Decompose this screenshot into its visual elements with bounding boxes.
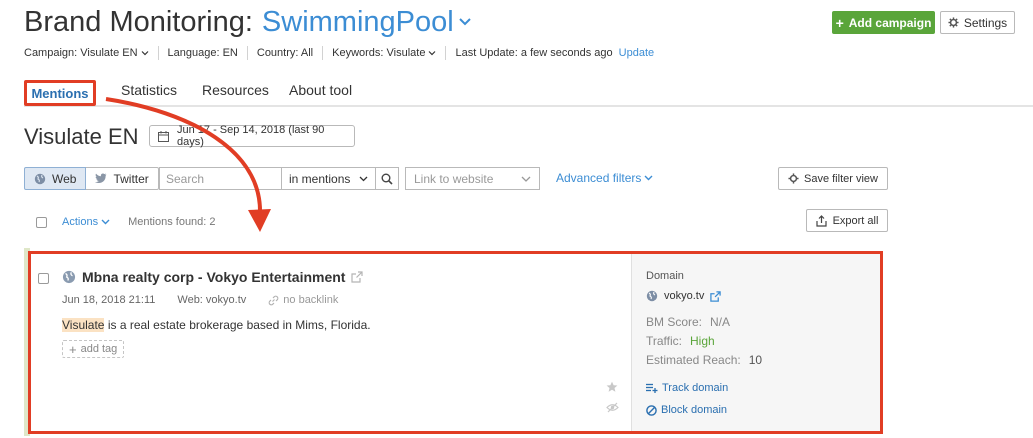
- add-campaign-button[interactable]: + Add campaign: [832, 11, 935, 34]
- campaign-meta: Campaign: Visulate EN Language: EN Count…: [24, 46, 654, 60]
- page-header: Brand Monitoring: SwimmingPool: [24, 6, 472, 40]
- campaign-dropdown[interactable]: Campaign: Visulate EN: [24, 46, 159, 60]
- source-toggle: Web Twitter: [24, 167, 159, 190]
- mention-datetime: Jun 18, 2018 21:11: [62, 294, 156, 306]
- chevron-down-icon: [359, 176, 368, 181]
- search-button[interactable]: [375, 167, 399, 190]
- gear-icon: [948, 17, 959, 28]
- tab-statistics[interactable]: Statistics: [121, 82, 177, 98]
- tab-mentions[interactable]: Mentions: [24, 80, 96, 106]
- chevron-down-icon: [644, 175, 653, 181]
- country-label: Country: All: [257, 46, 324, 60]
- link-to-website-select[interactable]: Link to website: [405, 167, 540, 190]
- add-tag-button[interactable]: + add tag: [62, 340, 125, 358]
- export-icon: [815, 214, 827, 227]
- backlink-status: no backlink: [268, 294, 338, 306]
- settings-button[interactable]: Settings: [940, 11, 1015, 34]
- mention-snippet: Visulate is a real estate brokerage base…: [62, 318, 371, 332]
- section-heading: Visulate EN: [24, 124, 139, 149]
- search-input[interactable]: Search: [159, 167, 282, 190]
- list-add-icon: [646, 383, 658, 393]
- external-link-icon[interactable]: [351, 271, 364, 283]
- block-icon: [646, 404, 657, 416]
- search-icon: [381, 173, 393, 185]
- keyword-highlight: Visulate: [62, 318, 105, 332]
- mention-title[interactable]: Mbna realty corp - Vokyo Entertainment: [82, 269, 364, 285]
- hide-icon[interactable]: [606, 402, 619, 413]
- mention-meta: Jun 18, 2018 21:11 Web: vokyo.tv no back…: [62, 294, 338, 306]
- mention-card: Mbna realty corp - Vokyo Entertainment J…: [28, 251, 883, 434]
- link-icon: [268, 295, 279, 305]
- traffic: Traffic: High: [646, 334, 715, 348]
- list-toolbar: Actions Mentions found: 2: [36, 215, 216, 229]
- advanced-filters-toggle[interactable]: Advanced filters: [556, 171, 653, 185]
- globe-icon: [34, 173, 46, 184]
- track-domain-link[interactable]: Track domain: [646, 382, 728, 394]
- last-update: Last Update: a few seconds ago Update: [455, 47, 655, 59]
- language-label: Language: EN: [168, 46, 248, 60]
- domain-label: Domain: [646, 270, 684, 282]
- twitter-filter-button[interactable]: Twitter: [86, 167, 159, 190]
- globe-icon: [62, 270, 76, 284]
- date-range-picker[interactable]: Jun 17 - Sep 14, 2018 (last 90 days): [149, 124, 355, 148]
- bm-score: BM Score: N/A: [646, 315, 731, 329]
- domain-panel: Domain vokyo.tv BM Score: N/A Traffic: H…: [632, 254, 880, 431]
- web-filter-button[interactable]: Web: [24, 167, 87, 190]
- mention-web: Web: vokyo.tv: [177, 294, 247, 306]
- plus-icon: +: [69, 341, 77, 357]
- export-all-button[interactable]: Export all: [806, 209, 888, 232]
- update-link[interactable]: Update: [619, 47, 654, 59]
- domain-link[interactable]: vokyo.tv: [646, 290, 722, 302]
- tab-about-tool[interactable]: About tool: [289, 82, 352, 98]
- globe-icon: [646, 290, 658, 302]
- tab-resources[interactable]: Resources: [202, 82, 269, 98]
- page-title: Brand Monitoring:: [24, 6, 253, 38]
- tab-bar: Mentions Statistics Resources About tool: [24, 80, 1033, 107]
- external-link-icon[interactable]: [710, 290, 722, 302]
- estimated-reach: Estimated Reach: 10: [646, 353, 763, 367]
- chevron-down-icon: [521, 176, 531, 182]
- mentions-count: Mentions found: 2: [128, 216, 216, 228]
- keywords-dropdown[interactable]: Keywords: Visulate: [332, 46, 447, 60]
- select-all-checkbox[interactable]: [36, 216, 47, 228]
- chevron-down-icon: [101, 219, 110, 225]
- plus-icon: +: [835, 14, 844, 31]
- search-scope-select[interactable]: in mentions: [281, 167, 376, 190]
- block-domain-link[interactable]: Block domain: [646, 404, 727, 416]
- calendar-icon: [158, 130, 169, 142]
- actions-dropdown[interactable]: Actions: [62, 216, 110, 228]
- twitter-icon: [95, 173, 107, 184]
- chevron-down-icon: [429, 51, 436, 56]
- save-filter-view-button[interactable]: Save filter view: [778, 167, 888, 190]
- star-icon[interactable]: [606, 381, 618, 393]
- chevron-down-icon: [141, 51, 148, 56]
- chevron-down-icon[interactable]: [458, 15, 472, 29]
- mention-checkbox[interactable]: [38, 273, 49, 284]
- project-switcher[interactable]: SwimmingPool: [262, 6, 454, 39]
- gear-icon: [788, 173, 799, 184]
